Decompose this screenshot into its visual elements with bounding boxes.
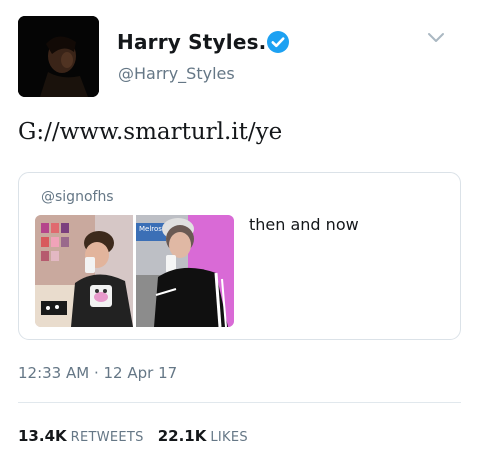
likes-label: LIKES — [210, 430, 248, 445]
author-avatar[interactable] — [18, 16, 99, 97]
likes-stat[interactable]: 22.1K LIKES — [158, 427, 248, 445]
quoted-tweet-media[interactable]: Melrose — [35, 215, 234, 327]
quoted-tweet-text: then and now — [249, 215, 359, 234]
chevron-down-icon[interactable] — [427, 32, 445, 44]
then-photo[interactable] — [35, 215, 133, 327]
now-photo[interactable]: Melrose — [136, 215, 234, 327]
author-handle[interactable]: @Harry_Styles — [118, 64, 235, 83]
quoted-tweet-handle: @signofhs — [41, 189, 114, 205]
author-display-name[interactable]: Harry Styles. — [117, 30, 267, 54]
tweet-text[interactable]: G://www.smarturl.it/ye — [18, 119, 282, 145]
retweets-label: RETWEETS — [70, 430, 144, 445]
retweets-stat[interactable]: 13.4K RETWEETS — [18, 427, 144, 445]
quoted-tweet-card[interactable]: @signofhs Melrose then and now — [18, 172, 461, 340]
verified-badge-icon — [267, 31, 289, 53]
tweet-timestamp[interactable]: 12:33 AM · 12 Apr 17 — [18, 364, 177, 382]
engagement-stats: 13.4K RETWEETS 22.1K LIKES — [18, 427, 248, 445]
stats-divider — [18, 402, 461, 403]
retweets-count: 13.4K — [18, 427, 67, 445]
likes-count: 22.1K — [157, 427, 207, 445]
